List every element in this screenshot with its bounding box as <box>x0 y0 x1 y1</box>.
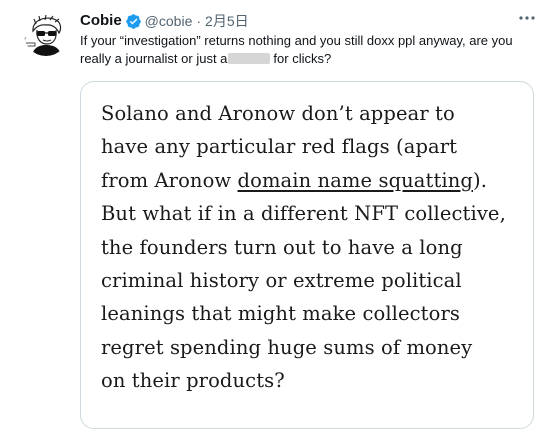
more-options-button[interactable] <box>516 10 538 26</box>
article-line: the founders turn out to have a long <box>101 235 463 259</box>
author-display-name[interactable]: Cobie <box>80 11 122 31</box>
article-line: regret spending huge sums of money <box>101 335 473 359</box>
article-line: Solano and Aronow don’t appear to <box>101 102 455 125</box>
author-handle[interactable]: @cobie <box>145 11 193 31</box>
more-dots-icon <box>519 16 535 20</box>
avatar[interactable] <box>24 12 68 56</box>
redacted-word <box>228 53 271 64</box>
tweet[interactable]: Cobie @cobie · 2月5日 If your “investigati… <box>0 0 554 432</box>
tweet-text: If your “investigation” returns nothing … <box>80 32 542 68</box>
tweet-text-line-1: If your “investigation” returns nothing … <box>80 33 513 48</box>
tweet-text-line-2-end: for clicks? <box>273 51 332 66</box>
header-separator: · <box>196 13 202 29</box>
cartoon-avatar-icon <box>24 12 68 56</box>
quoted-article-text: Solano and Aronow don’t appear to have a… <box>101 97 521 398</box>
article-line: criminal history or extreme political <box>101 269 462 293</box>
article-link-text: domain name squatting <box>237 168 473 192</box>
tweet-date[interactable]: 2月5日 <box>205 11 249 31</box>
article-line: leanings that might make collectors <box>101 302 460 326</box>
article-line: But what if in a different NFT collectiv… <box>101 202 506 226</box>
article-line-with-link: from Aronow domain name squatting). <box>101 164 521 197</box>
article-line-segment: ). <box>473 168 488 192</box>
tweet-header: Cobie @cobie · 2月5日 <box>80 11 249 31</box>
article-line: have any particular red flags (apart <box>101 135 458 159</box>
article-line: on their products? <box>101 369 285 393</box>
tweet-media-image[interactable]: Solano and Aronow don’t appear to have a… <box>80 81 534 429</box>
article-line-segment: from Aronow <box>101 168 238 192</box>
verified-badge-icon <box>125 13 142 30</box>
tweet-text-line-2-start: really a journalist or just a <box>80 51 228 66</box>
